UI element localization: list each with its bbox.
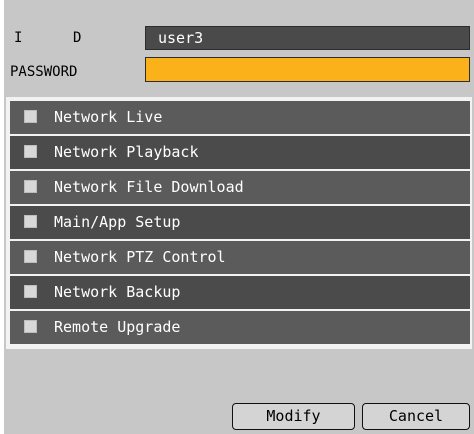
modify-button[interactable]: Modify [232, 403, 355, 430]
checkbox-remote-upgrade[interactable] [24, 320, 37, 333]
password-field[interactable] [145, 57, 470, 82]
checkbox-network-ptz-control[interactable] [24, 250, 37, 263]
id-field[interactable]: user3 [145, 26, 470, 50]
permission-label: Network Playback [54, 143, 199, 161]
checkbox-network-live[interactable] [24, 110, 37, 123]
checkbox-main-app-setup[interactable] [24, 215, 37, 228]
checkbox-network-file-download[interactable] [24, 180, 37, 193]
permission-row-network-backup[interactable]: Network Backup [10, 276, 470, 309]
cancel-button[interactable]: Cancel [362, 403, 470, 430]
permission-label: Network PTZ Control [54, 248, 226, 266]
checkbox-network-playback[interactable] [24, 145, 37, 158]
permission-label: Remote Upgrade [54, 318, 181, 336]
permission-row-network-ptz-control[interactable]: Network PTZ Control [10, 241, 470, 274]
permission-row-network-file-download[interactable]: Network File Download [10, 171, 470, 204]
id-label: I D [14, 30, 82, 46]
checkbox-network-backup[interactable] [24, 285, 37, 298]
permission-row-remote-upgrade[interactable]: Remote Upgrade [10, 311, 470, 344]
permission-label: Network Backup [54, 283, 181, 301]
password-label: PASSWORD [10, 64, 78, 80]
permission-row-network-live[interactable]: Network Live [10, 101, 470, 134]
permission-row-network-playback[interactable]: Network Playback [10, 136, 470, 169]
permission-label: Network File Download [54, 178, 244, 196]
permission-row-main-app-setup[interactable]: Main/App Setup [10, 206, 470, 239]
permission-label: Network Live [54, 108, 163, 126]
permission-label: Main/App Setup [54, 213, 181, 231]
